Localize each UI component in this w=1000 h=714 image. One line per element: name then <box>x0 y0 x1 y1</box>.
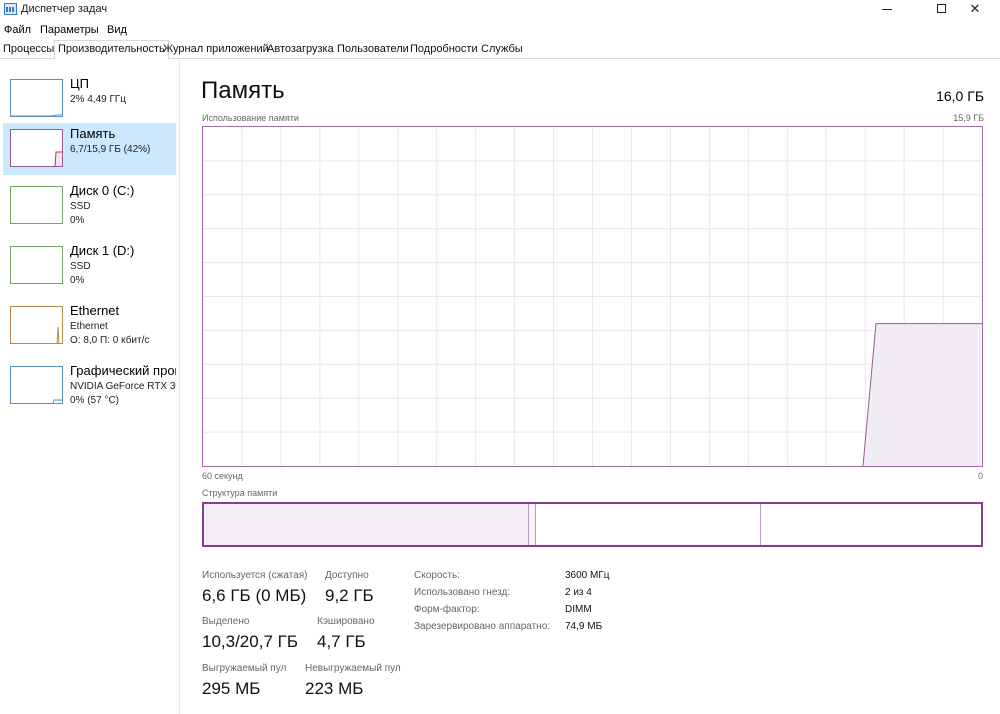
page-title: Память <box>201 77 285 104</box>
close-button[interactable]: ✕ <box>952 0 998 20</box>
menu-options[interactable]: Параметры <box>40 24 99 36</box>
cached-label: Кэшировано <box>317 616 375 627</box>
cpu-mini-graph <box>11 114 62 116</box>
memory-mini-graph <box>54 151 62 166</box>
graph-time-label: 60 секунд <box>202 471 243 481</box>
sidebar-item-label: Ethernet <box>70 303 120 318</box>
graph-label: Использование памяти <box>202 113 299 123</box>
memory-thumbnail-graph <box>10 129 63 167</box>
composition-modified <box>529 504 536 545</box>
tab-details[interactable]: Подробности <box>407 41 481 59</box>
disk0-thumbnail-graph <box>10 186 63 224</box>
ethernet-thumbnail-graph <box>10 306 63 344</box>
in-use-label: Используется (сжатая) <box>202 570 308 581</box>
sidebar-item-detail: Ethernet <box>70 321 108 332</box>
sidebar-item-memory[interactable]: Память 6,7/15,9 ГБ (42%) <box>3 123 176 175</box>
sidebar-item-detail: 6,7/15,9 ГБ (42%) <box>70 144 151 155</box>
hardware-reserved-label: Зарезервировано аппаратно: <box>414 621 551 632</box>
form-factor-value: DIMM <box>565 604 592 615</box>
graph-zero-label: 0 <box>977 471 983 481</box>
sidebar: ЦП 2% 4,49 ГГц Память 6,7/15,9 ГБ (42%) … <box>0 60 180 714</box>
nonpaged-pool-label: Невыгружаемый пул <box>305 663 401 674</box>
sidebar-item-cpu[interactable]: ЦП 2% 4,49 ГГц <box>3 73 176 125</box>
ethernet-mini-graph <box>56 326 60 343</box>
close-icon: ✕ <box>969 1 981 16</box>
gpu-thumbnail-graph <box>10 366 63 404</box>
sidebar-item-label: Диск 1 (D:) <box>70 243 135 258</box>
cpu-thumbnail-graph <box>10 79 63 117</box>
sidebar-item-usage: 0% <box>70 275 85 286</box>
tab-app-history[interactable]: Журнал приложений <box>160 41 272 59</box>
sidebar-item-usage: 0% (57 °C) <box>70 395 120 406</box>
tab-services[interactable]: Службы <box>478 41 526 59</box>
maximize-icon <box>937 4 946 13</box>
sidebar-item-detail: SSD <box>70 261 91 272</box>
paged-pool-value: 295 МБ <box>202 679 261 698</box>
minimize-button[interactable] <box>864 0 910 20</box>
available-label: Доступно <box>325 570 369 581</box>
sidebar-item-label: Диск 0 (C:) <box>70 183 135 198</box>
memory-structure-label: Структура памяти <box>202 488 278 498</box>
slots-used-label: Использовано гнезд: <box>414 587 511 598</box>
nonpaged-pool-value: 223 МБ <box>305 679 364 698</box>
speed-label: Скорость: <box>414 570 460 581</box>
graph-max-label: 15,9 ГБ <box>953 113 984 123</box>
minimize-icon <box>882 9 892 10</box>
committed-value: 10,3/20,7 ГБ <box>202 632 298 651</box>
menu-view[interactable]: Вид <box>107 24 127 36</box>
memory-composition-bar <box>202 502 983 547</box>
gpu-mini-graph <box>52 399 62 403</box>
menu-file[interactable]: Файл <box>4 24 31 36</box>
sidebar-item-usage: 0% <box>70 215 85 226</box>
tab-startup[interactable]: Автозагрузка <box>264 41 337 59</box>
composition-free <box>761 504 981 545</box>
composition-in-use <box>204 504 529 545</box>
sidebar-item-detail: 2% 4,49 ГГц <box>70 94 127 105</box>
sidebar-item-label: Память <box>70 126 116 141</box>
disk1-thumbnail-graph <box>10 246 63 284</box>
sidebar-item-detail: NVIDIA GeForce RTX 30 <box>70 381 176 392</box>
sidebar-item-detail: SSD <box>70 201 91 212</box>
in-use-value: 6,6 ГБ (0 МБ) <box>202 586 307 605</box>
sidebar-item-disk1[interactable]: Диск 1 (D:) SSD 0% <box>3 240 176 292</box>
composition-standby <box>536 504 761 545</box>
available-value: 9,2 ГБ <box>325 586 374 605</box>
task-manager-icon <box>4 3 17 15</box>
tab-processes[interactable]: Процессы <box>0 41 57 59</box>
hardware-reserved-value: 74,9 МБ <box>565 621 603 632</box>
title-bar: Диспетчер задач ✕ <box>0 0 1000 20</box>
paged-pool-label: Выгружаемый пул <box>202 663 287 674</box>
sidebar-item-disk0[interactable]: Диск 0 (C:) SSD 0% <box>3 180 176 232</box>
tab-performance[interactable]: Производительность <box>54 40 169 60</box>
form-factor-label: Форм-фактор: <box>414 604 480 615</box>
usage-area <box>863 323 982 466</box>
speed-value: 3600 МГц <box>565 570 610 581</box>
committed-label: Выделено <box>202 616 250 627</box>
slots-used-value: 2 из 4 <box>565 587 592 598</box>
memory-usage-graph <box>202 126 983 467</box>
sidebar-item-usage: О: 8,0 П: 0 кбит/с <box>70 335 150 346</box>
sidebar-item-gpu[interactable]: Графический проц NVIDIA GeForce RTX 30 0… <box>3 360 176 412</box>
window-title: Диспетчер задач <box>21 3 108 15</box>
memory-usage-chart <box>203 127 982 467</box>
tab-bar: Процессы Производительность Журнал прило… <box>0 40 1000 60</box>
memory-panel: Память 16,0 ГБ Использование памяти 15,9… <box>200 60 990 714</box>
tab-users[interactable]: Пользователи <box>334 41 412 59</box>
sidebar-item-label: ЦП <box>70 76 89 91</box>
total-memory: 16,0 ГБ <box>936 88 984 104</box>
cached-value: 4,7 ГБ <box>317 632 366 651</box>
sidebar-item-ethernet[interactable]: Ethernet Ethernet О: 8,0 П: 0 кбит/с <box>3 300 176 352</box>
sidebar-item-label: Графический проц <box>70 363 176 378</box>
